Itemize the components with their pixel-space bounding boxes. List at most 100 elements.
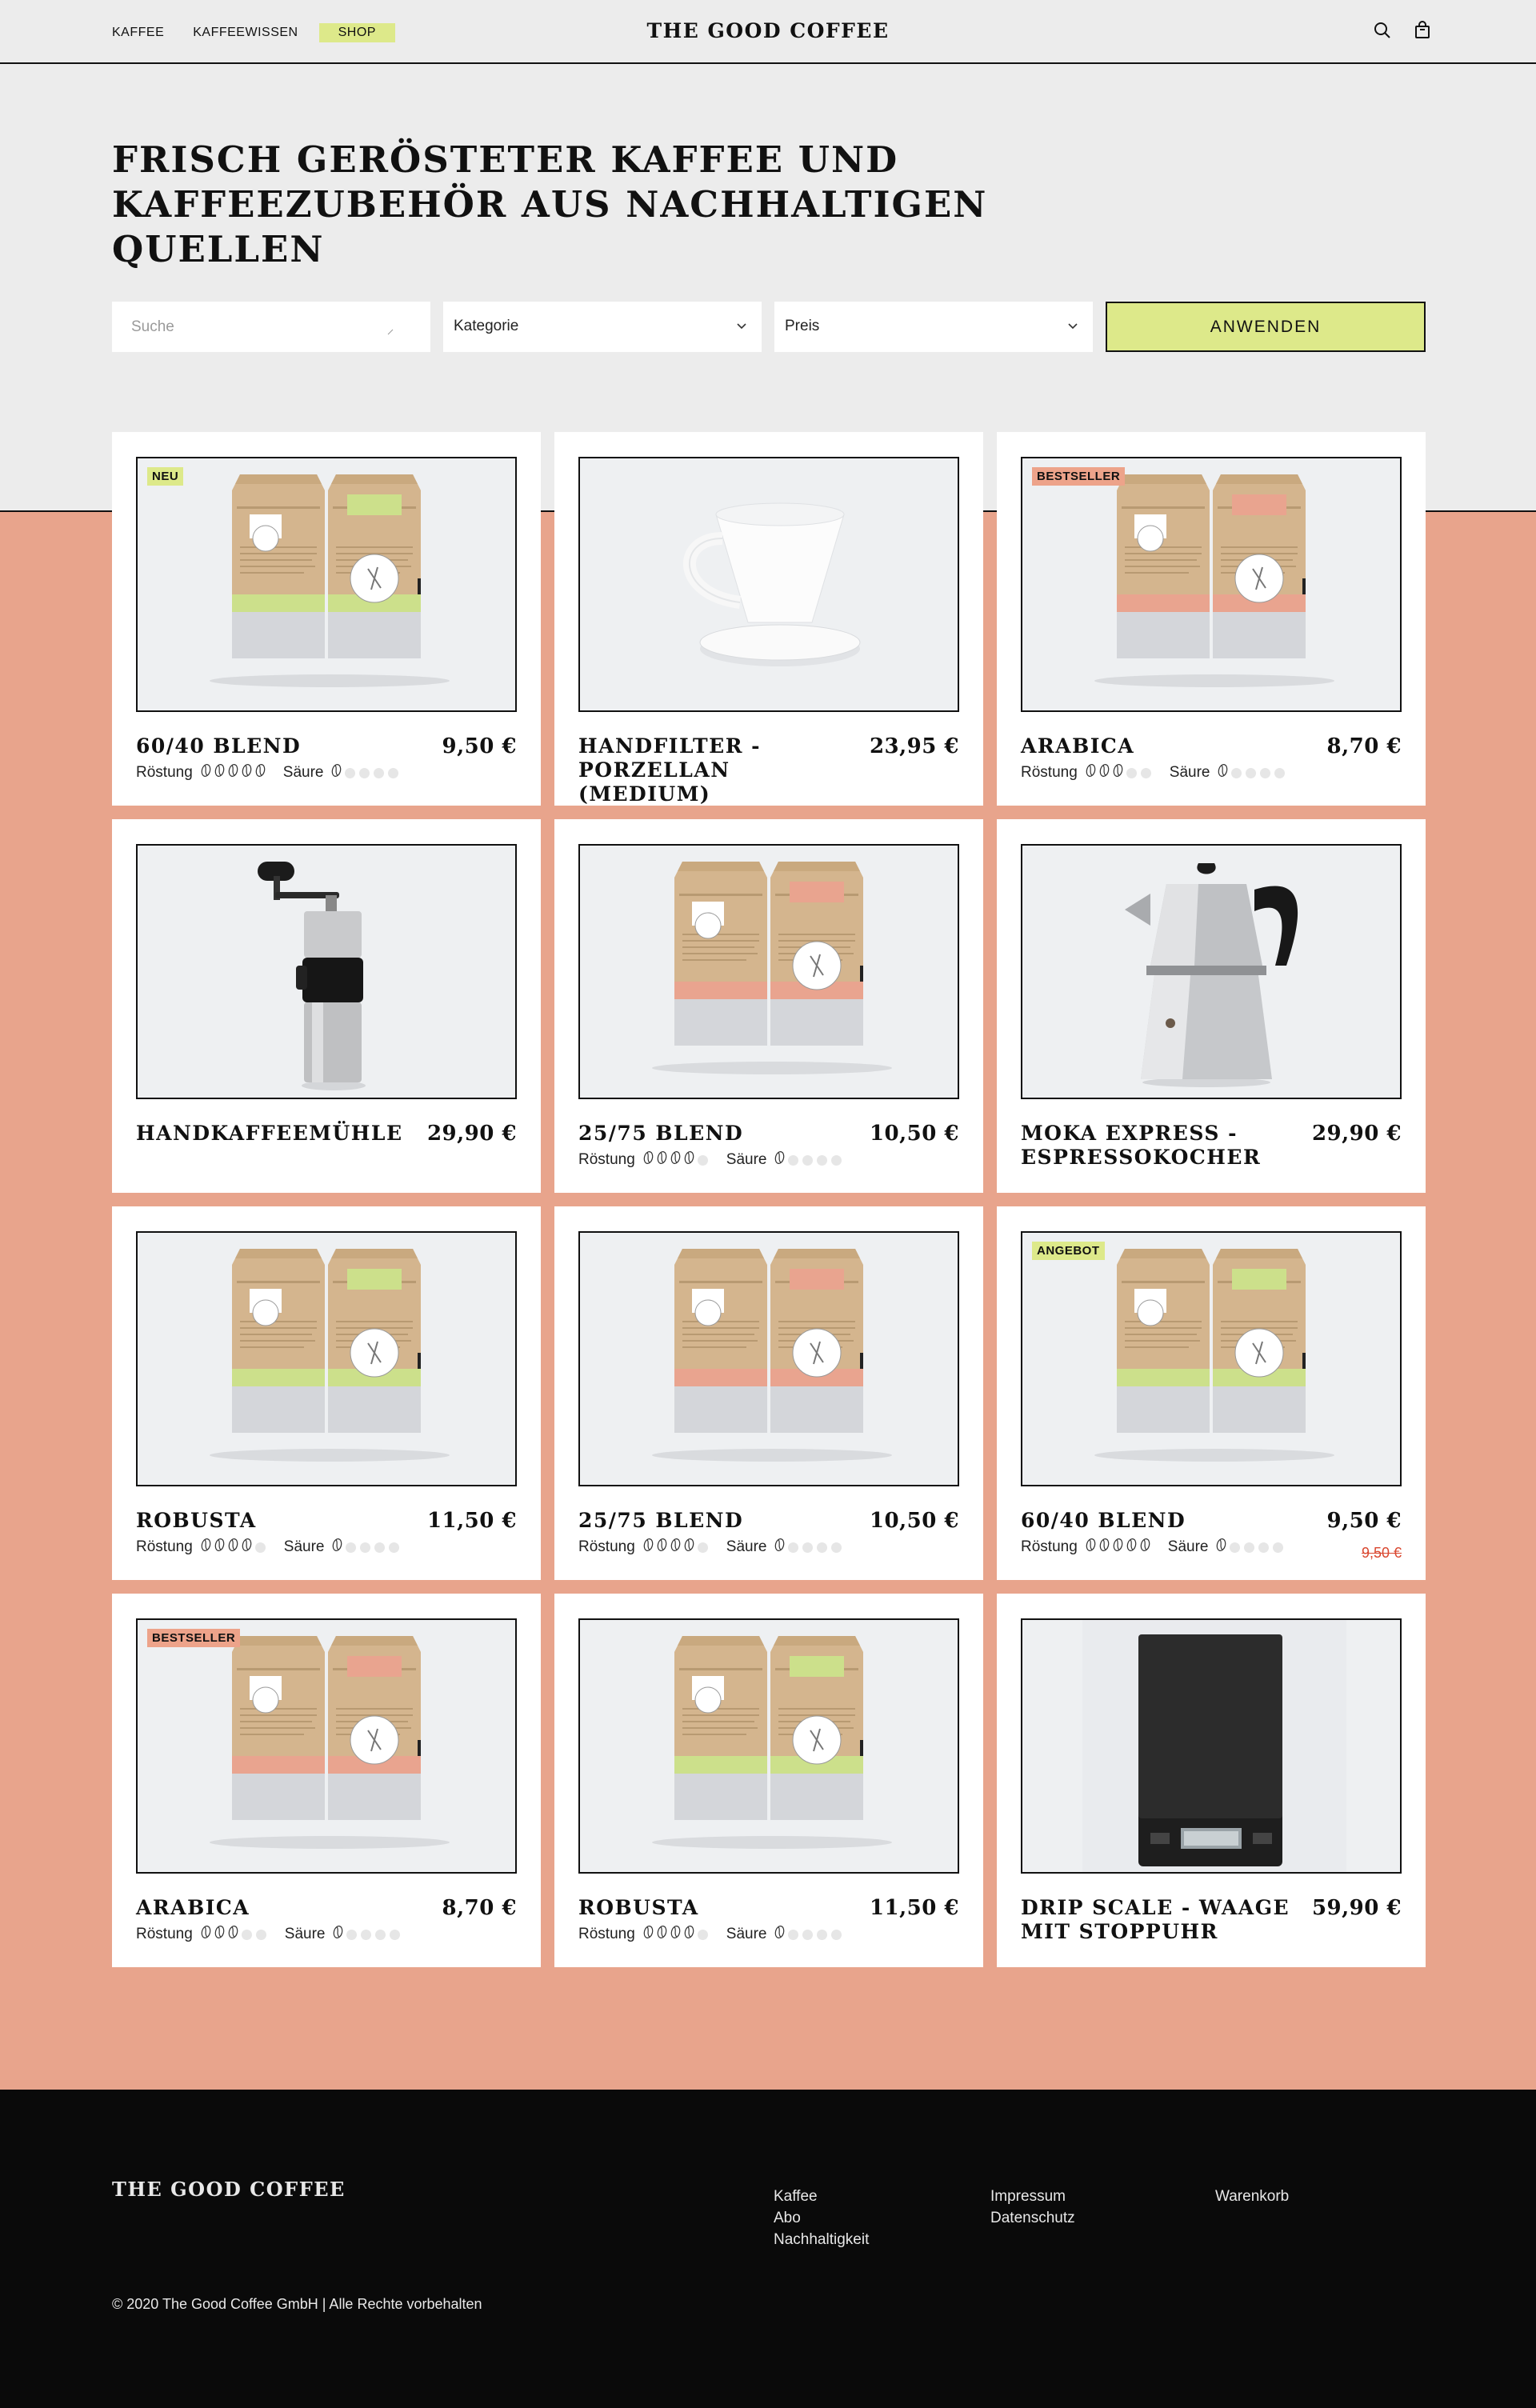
empty-dot xyxy=(1140,767,1151,778)
product-card[interactable]: NEU 60/40 BLEND 9,50 € Röstung Säure xyxy=(112,432,541,806)
coffee-bags-salmon-image xyxy=(1094,474,1334,687)
product-price: 29,90 € xyxy=(1311,1122,1402,1146)
coffee-bean-icon xyxy=(1086,1538,1099,1557)
coffee-bean-icon xyxy=(1113,1538,1126,1557)
roast-rating xyxy=(1086,1538,1154,1557)
product-image[interactable]: NEU xyxy=(136,457,517,712)
empty-dot xyxy=(788,1154,799,1166)
cart-icon[interactable] xyxy=(1413,21,1432,40)
product-price: 29,90 € xyxy=(426,1122,517,1146)
coffee-bean-icon xyxy=(201,1925,214,1944)
coffee-bean-icon xyxy=(1126,1538,1140,1557)
product-price: 23,95 € xyxy=(869,734,959,758)
product-image[interactable] xyxy=(578,1618,959,1874)
product-name[interactable]: 60/40 BLEND xyxy=(1021,1509,1293,1533)
product-card[interactable]: MOKA EXPRESS - ESPRESSOKOCHER 29,90 € xyxy=(997,819,1426,1193)
product-price: 9,50 € xyxy=(442,734,517,758)
product-card[interactable]: BESTSELLER ARABICA 8,70 € Röstung Säure xyxy=(997,432,1426,806)
footer-link-kaffee[interactable]: Kaffee xyxy=(774,2186,869,2207)
product-card[interactable]: 25/75 BLEND 10,50 € Röstung Säure xyxy=(554,1206,983,1580)
product-card[interactable]: BESTSELLER ARABICA 8,70 € Röstung Säure xyxy=(112,1594,541,1967)
roast-rating xyxy=(1086,763,1155,782)
acidity-label: Säure xyxy=(284,1926,326,1942)
product-price: 11,50 € xyxy=(426,1509,517,1533)
product-image[interactable] xyxy=(136,1231,517,1486)
product-card[interactable]: ROBUSTA 11,50 € Röstung Säure xyxy=(112,1206,541,1580)
product-ratings: Röstung Säure xyxy=(1021,1538,1302,1557)
product-badge: BESTSELLER xyxy=(1032,467,1126,486)
product-image[interactable]: ANGEBOT xyxy=(1021,1231,1402,1486)
empty-dot xyxy=(831,1154,842,1166)
product-name[interactable]: ARABICA xyxy=(1021,734,1293,758)
coffee-bean-icon xyxy=(1113,763,1126,782)
product-name[interactable]: HANDKAFFEEMÜHLE xyxy=(136,1122,408,1146)
product-name[interactable]: ROBUSTA xyxy=(578,1896,850,1920)
acidity-label: Säure xyxy=(283,1538,325,1555)
product-ratings: Röstung Säure xyxy=(136,1925,418,1944)
footer-link-abo[interactable]: Abo xyxy=(774,2207,869,2229)
product-name[interactable]: 25/75 BLEND xyxy=(578,1122,850,1146)
coffee-bean-icon xyxy=(670,1150,684,1170)
acidity-rating xyxy=(332,1538,403,1557)
acidity-rating xyxy=(331,763,402,782)
product-card[interactable]: 25/75 BLEND 10,50 € Röstung Säure xyxy=(554,819,983,1193)
product-card[interactable]: DRIP SCALE - WAAGE MIT STOPPUHR 59,90 € xyxy=(997,1594,1426,1967)
product-image[interactable] xyxy=(136,844,517,1099)
empty-dot xyxy=(817,1542,828,1553)
coffee-bean-icon xyxy=(228,763,242,782)
coffee-bean-icon xyxy=(670,1925,684,1944)
product-name[interactable]: 25/75 BLEND xyxy=(578,1509,850,1533)
footer-link-nachhaltigkeit[interactable]: Nachhaltigkeit xyxy=(774,2229,869,2250)
product-name[interactable]: MOKA EXPRESS - ESPRESSOKOCHER xyxy=(1021,1122,1293,1170)
footer-link-impressum[interactable]: Impressum xyxy=(990,2186,1075,2207)
apply-button[interactable]: ANWENDEN xyxy=(1106,302,1426,352)
search-input[interactable] xyxy=(112,302,430,352)
product-price: 10,50 € xyxy=(869,1509,959,1533)
product-image[interactable] xyxy=(1021,1618,1402,1874)
empty-dot xyxy=(1230,1542,1241,1553)
product-card[interactable]: HANDKAFFEEMÜHLE 29,90 € xyxy=(112,819,541,1193)
roast-rating xyxy=(643,1150,712,1170)
product-grid: NEU 60/40 BLEND 9,50 € Röstung Säure HANDFIL… xyxy=(112,432,1426,1967)
coffee-bean-icon xyxy=(332,1538,346,1557)
product-badge: NEU xyxy=(147,467,184,486)
product-name[interactable]: 60/40 BLEND xyxy=(136,734,408,758)
product-image[interactable] xyxy=(578,457,959,712)
coffee-bags-salmon-image xyxy=(652,1249,892,1462)
product-name[interactable]: ARABICA xyxy=(136,1896,408,1920)
product-name[interactable]: ROBUSTA xyxy=(136,1509,408,1533)
coffee-bean-icon xyxy=(1216,1538,1230,1557)
product-image[interactable] xyxy=(578,1231,959,1486)
footer-logo[interactable]: THE GOOD COFFEE xyxy=(112,2178,346,2201)
roast-rating xyxy=(201,1538,270,1557)
product-card[interactable]: ANGEBOT 60/40 BLEND 9,50 € 9,50 € Röstung Säu… xyxy=(997,1206,1426,1580)
product-ratings: Röstung Säure xyxy=(578,1150,860,1170)
empty-dot xyxy=(697,1542,708,1553)
empty-dot xyxy=(255,1929,266,1940)
product-price: 8,70 € xyxy=(442,1896,517,1920)
coffee-bean-icon xyxy=(1099,1538,1113,1557)
product-image[interactable]: BESTSELLER xyxy=(136,1618,517,1874)
empty-dot xyxy=(802,1154,814,1166)
product-name[interactable]: HANDFILTER - PORZELLAN (MEDIUM) xyxy=(578,734,850,806)
empty-dot xyxy=(788,1929,799,1940)
category-select[interactable]: Kategorie xyxy=(443,302,762,352)
footer-link-datenschutz[interactable]: Datenschutz xyxy=(990,2207,1075,2229)
product-image[interactable]: BESTSELLER xyxy=(1021,457,1402,712)
empty-dot xyxy=(346,1929,358,1940)
product-image[interactable] xyxy=(1021,844,1402,1099)
copyright: © 2020 The Good Coffee GmbH | Alle Recht… xyxy=(112,2296,482,2312)
footer-link-warenkorb[interactable]: Warenkorb xyxy=(1215,2186,1289,2207)
product-card[interactable]: HANDFILTER - PORZELLAN (MEDIUM) 23,95 € xyxy=(554,432,983,806)
price-select[interactable]: Preis xyxy=(774,302,1093,352)
empty-dot xyxy=(1246,767,1257,778)
product-card[interactable]: ROBUSTA 11,50 € Röstung Säure xyxy=(554,1594,983,1967)
product-name[interactable]: DRIP SCALE - WAAGE MIT STOPPUHR xyxy=(1021,1896,1293,1944)
footer-col-legal: Impressum Datenschutz xyxy=(990,2186,1075,2229)
empty-dot xyxy=(375,1929,386,1940)
product-image[interactable] xyxy=(578,844,959,1099)
empty-dot xyxy=(1260,767,1271,778)
site-logo[interactable]: THE GOOD COFFEE xyxy=(0,19,1536,42)
search-icon[interactable] xyxy=(1373,21,1392,40)
category-select-label: Kategorie xyxy=(454,318,519,334)
